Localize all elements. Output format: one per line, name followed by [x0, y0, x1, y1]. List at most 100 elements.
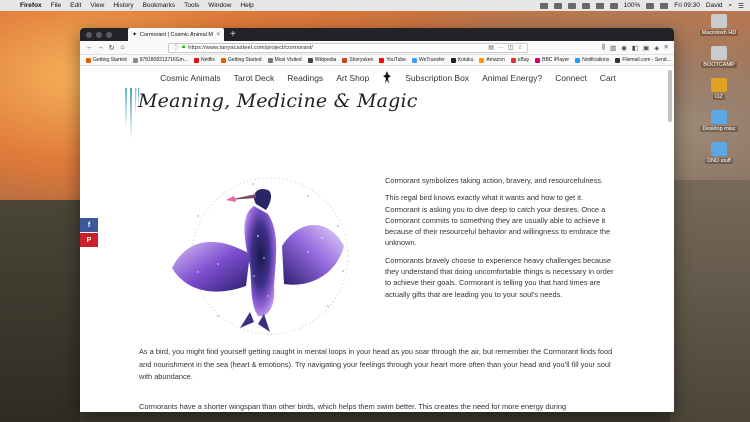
- desktop-icon-drive[interactable]: Macintosh HD: [696, 14, 742, 36]
- battery-icon[interactable]: [646, 2, 655, 9]
- site-navigation: Cosmic Animals Tarot Deck Readings Art S…: [80, 66, 674, 90]
- bookmark-item[interactable]: Kotaku: [450, 57, 474, 63]
- forward-button[interactable]: →: [95, 44, 106, 51]
- folder-icon: [711, 78, 727, 92]
- intro-text-column: Cormorant symbolizes taking action, brav…: [385, 175, 619, 306]
- address-bar[interactable]: ⓘ 🔒︎ https://www.tanyacasteel.com/projec…: [168, 42, 528, 53]
- tray-app-icon[interactable]: [539, 2, 548, 9]
- tray-app-icon[interactable]: [567, 2, 576, 9]
- bookmark-item[interactable]: eBay: [510, 57, 529, 63]
- secure-lock-icon[interactable]: 🔒︎: [182, 44, 185, 51]
- bookmark-favicon-icon: [379, 57, 385, 63]
- bluetooth-icon[interactable]: [581, 2, 590, 9]
- library-icon[interactable]: ⫼: [602, 44, 605, 52]
- menubar-clock[interactable]: Fri 09:30: [674, 2, 700, 9]
- nav-animal-energy[interactable]: Animal Energy?: [482, 73, 542, 83]
- bookmark-item[interactable]: Getting Started: [86, 57, 127, 63]
- desktop-icon-drive[interactable]: BOOTCAMP: [696, 46, 742, 68]
- tab-bar: ✦ Cormorant | Cosmic Animal Me × +: [80, 28, 674, 41]
- bookmark-label: Getting Started: [227, 57, 262, 63]
- bookmark-favicon-icon: [86, 57, 91, 63]
- desktop-icon-folder[interactable]: OZ: [696, 78, 742, 100]
- desktop-icon-label: Desktop misc: [700, 126, 738, 132]
- back-button[interactable]: ←: [84, 44, 95, 51]
- sidebar-icon[interactable]: ▥: [610, 44, 616, 52]
- bookmark-item[interactable]: Most Visited: [267, 57, 302, 63]
- pinterest-share-button[interactable]: P: [80, 233, 98, 247]
- pinterest-icon: P: [86, 236, 92, 244]
- apple-menu-icon[interactable]: [6, 2, 13, 10]
- desktop-icon-label: Macintosh HD: [699, 30, 739, 36]
- bookmark-label: Filemail.com - Send...: [622, 57, 671, 63]
- extension-icon[interactable]: ◧: [632, 44, 638, 52]
- bookmark-item[interactable]: Netflix: [194, 57, 215, 63]
- bookmark-item[interactable]: Shoryuken: [342, 57, 373, 63]
- home-button[interactable]: ⌂: [117, 44, 128, 51]
- battery-percentage[interactable]: 100%: [624, 2, 641, 9]
- bookmark-favicon-icon: [535, 57, 541, 63]
- bookmark-favicon-icon: [194, 57, 200, 63]
- menubar-user[interactable]: David: [706, 2, 723, 9]
- tray-app-icon[interactable]: [553, 2, 562, 9]
- page-actions-icon[interactable]: ···: [498, 45, 504, 51]
- nav-subscription-box[interactable]: Subscription Box: [405, 73, 469, 83]
- window-controls: [86, 31, 112, 38]
- bookmark-item[interactable]: Amazon: [479, 57, 505, 63]
- bookmark-item[interactable]: Filemail.com - Send...: [615, 57, 671, 63]
- reader-view-icon[interactable]: ▤: [488, 44, 494, 51]
- flag-icon[interactable]: [660, 2, 669, 9]
- url-text[interactable]: https://www.tanyacasteel.com/project/cor…: [188, 45, 484, 51]
- bookmark-label: Kotaku: [457, 57, 474, 63]
- site-info-icon[interactable]: ⓘ: [173, 43, 179, 52]
- bookmark-star-icon[interactable]: ☆: [518, 44, 523, 51]
- nav-connect[interactable]: Connect: [555, 73, 587, 83]
- desktop-icon-folder[interactable]: DND stuff: [696, 142, 742, 164]
- site-logo-icon[interactable]: [382, 71, 392, 85]
- notification-center-icon[interactable]: ☰: [738, 2, 744, 10]
- facebook-share-button[interactable]: f: [80, 218, 98, 232]
- zoom-window-button[interactable]: [106, 31, 112, 38]
- intro-paragraph: Cormorants bravely choose to experience …: [385, 255, 614, 299]
- desktop-icon-folder[interactable]: Desktop misc: [696, 110, 742, 132]
- hamburger-menu-icon[interactable]: ≡: [664, 44, 668, 52]
- bookmark-item[interactable]: 9781808213716Gm...: [132, 57, 188, 63]
- pocket-icon[interactable]: ◫: [508, 44, 514, 51]
- bookmark-item[interactable]: Wikipedia: [307, 57, 337, 63]
- menu-view[interactable]: View: [90, 2, 104, 9]
- nav-readings[interactable]: Readings: [287, 73, 323, 83]
- bookmark-item[interactable]: BBC iPlayer: [535, 57, 569, 63]
- nav-cosmic-animals[interactable]: Cosmic Animals: [160, 73, 220, 83]
- nav-art-shop[interactable]: Art Shop: [336, 73, 369, 83]
- menu-app-name[interactable]: Firefox: [20, 2, 42, 9]
- nav-tarot-deck[interactable]: Tarot Deck: [234, 73, 275, 83]
- bookmark-favicon-icon: [267, 57, 273, 63]
- close-window-button[interactable]: [86, 31, 92, 38]
- volume-icon[interactable]: [609, 2, 618, 9]
- page-scrollbar[interactable]: [668, 70, 672, 122]
- extension-icon[interactable]: ◈: [654, 44, 659, 52]
- wifi-icon[interactable]: [595, 2, 604, 9]
- menu-edit[interactable]: Edit: [70, 2, 81, 9]
- bookmark-label: Wikipedia: [314, 57, 337, 63]
- menu-help[interactable]: Help: [240, 2, 253, 9]
- bookmark-item[interactable]: Notifications: [575, 57, 609, 63]
- menu-tools[interactable]: Tools: [184, 2, 199, 9]
- account-icon[interactable]: ◉: [621, 44, 627, 52]
- bookmark-label: YouTube: [386, 57, 406, 63]
- close-tab-icon[interactable]: ×: [216, 32, 220, 38]
- menu-bookmarks[interactable]: Bookmarks: [143, 2, 176, 9]
- new-tab-button[interactable]: +: [230, 28, 236, 41]
- bookmark-favicon-icon: [575, 57, 581, 63]
- nav-cart[interactable]: Cart: [600, 73, 616, 83]
- menu-window[interactable]: Window: [208, 2, 231, 9]
- bookmark-item[interactable]: YouTube: [379, 57, 406, 63]
- menu-file[interactable]: File: [51, 2, 61, 9]
- bookmark-item[interactable]: WeTransfer: [411, 57, 445, 63]
- spotlight-icon[interactable]: ⌕: [729, 2, 733, 10]
- active-tab[interactable]: ✦ Cormorant | Cosmic Animal Me ×: [128, 28, 224, 41]
- reload-button[interactable]: ↻: [106, 44, 117, 52]
- menu-history[interactable]: History: [113, 2, 133, 9]
- bookmark-item[interactable]: Getting Started: [220, 57, 262, 63]
- extension-icon[interactable]: ▣: [643, 44, 649, 52]
- minimize-window-button[interactable]: [96, 31, 102, 38]
